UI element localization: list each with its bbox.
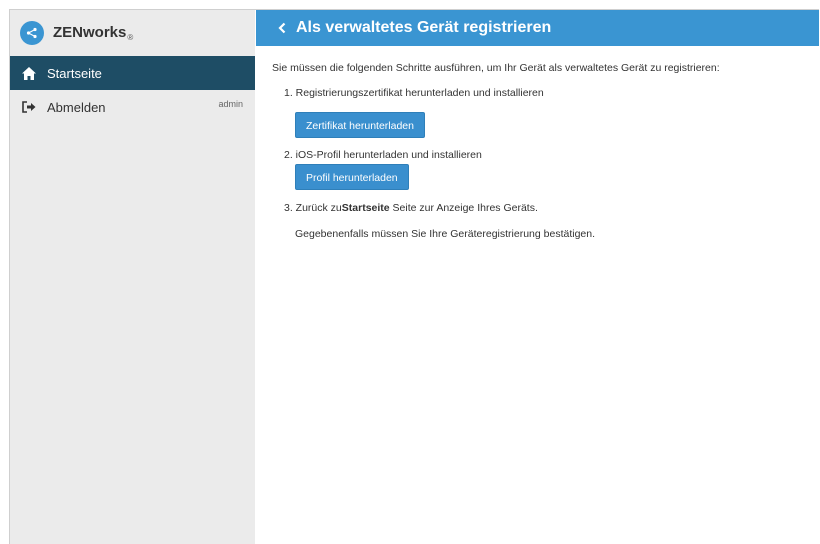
sidebar-item-abmelden[interactable]: Abmelden admin bbox=[10, 90, 255, 124]
sidebar-item-label: Abmelden bbox=[47, 99, 106, 115]
download-profile-button[interactable]: Profil herunterladen bbox=[295, 164, 409, 190]
brand-name: ZENworks® bbox=[53, 24, 133, 42]
step-3-text: 3. Zurück zuStartseite Seite zur Anzeige… bbox=[284, 202, 812, 214]
sidebar: ZENworks® Startseite Abmelden admin bbox=[10, 10, 255, 544]
step-3-home-link[interactable]: Startseite bbox=[342, 202, 390, 214]
download-certificate-button[interactable]: Zertifikat herunterladen bbox=[295, 112, 425, 138]
page-header: Als verwaltetes Gerät registrieren bbox=[256, 10, 819, 46]
step-3-suffix: Seite zur Anzeige Ihres Geräts. bbox=[389, 202, 538, 214]
zenworks-logo-icon bbox=[20, 21, 44, 45]
step-3-prefix: 3. Zurück zu bbox=[284, 202, 342, 214]
brand-text: ZENworks bbox=[53, 24, 127, 41]
step-2-text: 2. iOS-Profil herunterladen und installi… bbox=[284, 149, 482, 161]
sidebar-item-label: Startseite bbox=[47, 65, 102, 81]
page-title: Als verwaltetes Gerät registrieren bbox=[296, 19, 552, 36]
sign-out-icon bbox=[22, 100, 36, 114]
sidebar-item-startseite[interactable]: Startseite bbox=[10, 56, 255, 90]
registered-mark: ® bbox=[127, 33, 134, 42]
username-label: admin bbox=[218, 99, 243, 109]
chevron-left-icon[interactable] bbox=[278, 22, 286, 34]
intro-text: Sie müssen die folgenden Schritte ausfüh… bbox=[272, 62, 720, 74]
main-content: Sie müssen die folgenden Schritte ausfüh… bbox=[272, 62, 812, 240]
confirmation-note: Gegebenenfalls müssen Sie Ihre Gerätereg… bbox=[295, 228, 596, 240]
home-icon bbox=[22, 66, 36, 80]
step-1-text: 1. Registrierungszertifikat herunterlade… bbox=[284, 87, 544, 99]
brand: ZENworks® bbox=[10, 10, 255, 56]
